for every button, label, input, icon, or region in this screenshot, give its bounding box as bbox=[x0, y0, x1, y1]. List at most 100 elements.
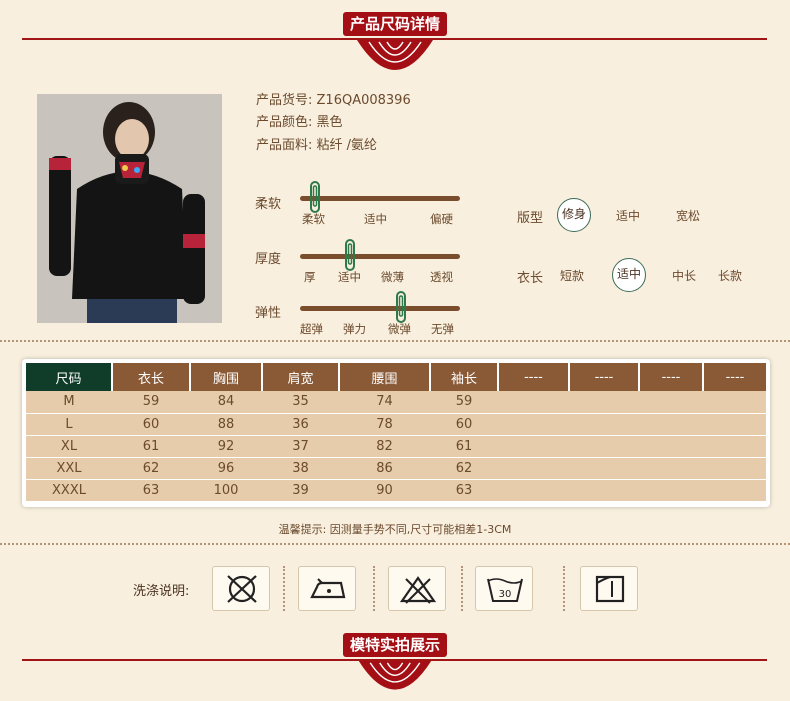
table-row: XXL 62 96 38 86 62 bbox=[26, 457, 766, 480]
fit-option-selected: 修身 bbox=[557, 198, 591, 232]
table-cell bbox=[703, 457, 766, 480]
fit-label: 版型 bbox=[517, 211, 544, 226]
section-divider bbox=[0, 543, 790, 545]
length-label: 衣长 bbox=[517, 271, 544, 286]
thickness-tick: 厚 bbox=[304, 270, 316, 284]
col-header: ---- bbox=[569, 363, 640, 391]
fit-option: 宽松 bbox=[676, 209, 701, 223]
table-cell: 82 bbox=[339, 435, 430, 458]
elasticity-label: 弹性 bbox=[255, 306, 282, 321]
no-bleach-icon bbox=[388, 566, 446, 611]
table-cell bbox=[569, 479, 639, 502]
table-cell: 63 bbox=[430, 479, 498, 502]
table-cell: 84 bbox=[190, 391, 262, 414]
table-cell bbox=[498, 457, 569, 480]
table-cell bbox=[498, 391, 569, 414]
table-cell: 38 bbox=[262, 457, 339, 480]
table-cell bbox=[703, 413, 766, 436]
footer-ornament-icon bbox=[358, 661, 432, 690]
col-header-size: 尺码 bbox=[26, 363, 113, 391]
thickness-tick: 微薄 bbox=[381, 270, 404, 284]
table-row: XL 61 92 37 82 61 bbox=[26, 435, 766, 458]
no-dry-clean-icon bbox=[212, 566, 270, 611]
table-row: L 60 88 36 78 60 bbox=[26, 413, 766, 436]
table-cell: 86 bbox=[339, 457, 430, 480]
length-option-selected: 适中 bbox=[612, 258, 646, 292]
col-header: 肩宽 bbox=[262, 363, 340, 391]
thickness-tick: 适中 bbox=[338, 270, 361, 284]
elasticity-tick: 无弹 bbox=[431, 322, 454, 336]
table-cell bbox=[498, 413, 569, 436]
section-title: 产品尺码详情 bbox=[343, 12, 447, 36]
table-cell bbox=[639, 479, 703, 502]
table-cell bbox=[498, 479, 569, 502]
table-cell: 39 bbox=[262, 479, 339, 502]
table-cell bbox=[639, 435, 703, 458]
table-cell: 96 bbox=[190, 457, 262, 480]
softness-tick: 柔软 bbox=[302, 212, 325, 226]
section-divider bbox=[0, 340, 790, 342]
col-header: 腰围 bbox=[339, 363, 431, 391]
thickness-tick: 透视 bbox=[430, 270, 453, 284]
table-cell: 36 bbox=[262, 413, 339, 436]
softness-tick: 适中 bbox=[364, 212, 387, 226]
col-header: ---- bbox=[498, 363, 570, 391]
table-cell bbox=[703, 435, 766, 458]
thickness-label: 厚度 bbox=[255, 252, 282, 267]
elasticity-tick: 弹力 bbox=[343, 322, 366, 336]
table-cell: 61 bbox=[112, 435, 190, 458]
table-cell bbox=[639, 413, 703, 436]
table-cell bbox=[703, 479, 766, 502]
table-cell: 88 bbox=[190, 413, 262, 436]
table-cell: XXL bbox=[26, 457, 112, 480]
col-header: 袖长 bbox=[430, 363, 499, 391]
thickness-marker-icon bbox=[345, 239, 355, 271]
length-option: 长款 bbox=[718, 269, 743, 283]
table-row: XXXL 63 100 39 90 63 bbox=[26, 479, 766, 502]
section-title: 模特实拍展示 bbox=[343, 633, 447, 657]
product-code: 产品货号: Z16QA008396 bbox=[256, 93, 411, 108]
elasticity-marker-icon bbox=[396, 291, 406, 323]
table-cell bbox=[639, 391, 703, 414]
table-cell bbox=[498, 435, 569, 458]
icon-separator bbox=[461, 566, 463, 611]
table-cell: 59 bbox=[430, 391, 498, 414]
size-table: 尺码 衣长 胸围 肩宽 腰围 袖长 ---- ---- ---- ---- M … bbox=[26, 363, 766, 502]
length-option: 短款 bbox=[560, 269, 585, 283]
table-cell: 37 bbox=[262, 435, 339, 458]
table-cell: XL bbox=[26, 435, 112, 458]
hang-dry-icon bbox=[580, 566, 638, 611]
icon-separator bbox=[283, 566, 285, 611]
elasticity-tick: 微弹 bbox=[388, 322, 411, 336]
size-tip: 温馨提示: 因测量手势不同,尺寸可能相差1-3CM bbox=[278, 523, 512, 536]
wash-30-icon: 30 bbox=[475, 566, 533, 611]
softness-tick: 偏硬 bbox=[430, 212, 453, 226]
elasticity-tick: 超弹 bbox=[300, 322, 323, 336]
table-cell: 62 bbox=[112, 457, 190, 480]
softness-marker-icon bbox=[310, 181, 320, 213]
table-cell bbox=[569, 435, 639, 458]
table-header-row: 尺码 衣长 胸围 肩宽 腰围 袖长 ---- ---- ---- ---- bbox=[26, 363, 766, 391]
col-header: 胸围 bbox=[190, 363, 263, 391]
col-header: 衣长 bbox=[112, 363, 191, 391]
table-cell bbox=[569, 413, 639, 436]
table-cell: 35 bbox=[262, 391, 339, 414]
table-cell: 61 bbox=[430, 435, 498, 458]
table-cell: 78 bbox=[339, 413, 430, 436]
product-fabric: 产品面料: 粘纤 /氨纶 bbox=[256, 138, 378, 153]
table-cell bbox=[569, 457, 639, 480]
table-cell: M bbox=[26, 391, 112, 414]
table-cell bbox=[703, 391, 766, 414]
washing-label: 洗涤说明: bbox=[133, 584, 190, 599]
table-row: M 59 84 35 74 59 bbox=[26, 391, 766, 414]
low-iron-icon bbox=[298, 566, 356, 611]
softness-track bbox=[300, 196, 460, 201]
product-color: 产品颜色: 黑色 bbox=[256, 115, 343, 130]
softness-label: 柔软 bbox=[255, 197, 282, 212]
table-cell: 60 bbox=[112, 413, 190, 436]
table-cell: 59 bbox=[112, 391, 190, 414]
table-cell: L bbox=[26, 413, 112, 436]
table-cell bbox=[639, 457, 703, 480]
size-table-panel: 尺码 衣长 胸围 肩宽 腰围 袖长 ---- ---- ---- ---- M … bbox=[22, 359, 770, 507]
table-cell: 90 bbox=[339, 479, 430, 502]
